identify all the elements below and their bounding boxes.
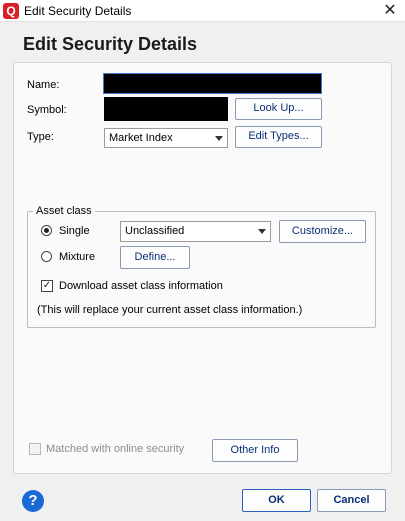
type-label: Type: — [27, 131, 54, 143]
other-info-button-label: Other Info — [230, 444, 280, 456]
name-label: Name: — [27, 79, 60, 91]
checkmark-icon: ✓ — [42, 280, 52, 291]
single-radio[interactable] — [41, 225, 52, 236]
download-label: Download asset class information — [59, 280, 223, 292]
matched-checkbox[interactable] — [29, 443, 41, 455]
edit-types-button-label: Edit Types... — [248, 130, 309, 142]
download-checkbox[interactable]: ✓ — [41, 280, 53, 292]
close-icon[interactable]: ✕ — [381, 1, 399, 21]
chevron-down-icon — [258, 229, 266, 234]
window-title: Edit Security Details — [24, 4, 132, 18]
matched-label: Matched with online security — [46, 443, 185, 455]
name-input[interactable] — [103, 73, 322, 94]
chevron-down-icon — [215, 136, 223, 141]
lookup-button-label: Look Up... — [253, 102, 304, 114]
ok-button[interactable]: OK — [242, 489, 311, 512]
help-icon[interactable]: ? — [22, 490, 44, 512]
type-select[interactable]: Market Index — [104, 128, 228, 148]
define-button-label: Define... — [134, 251, 176, 263]
title-bar: Q Edit Security Details ✕ — [0, 0, 405, 22]
single-label: Single — [59, 225, 90, 237]
other-info-button[interactable]: Other Info — [212, 439, 298, 462]
quicken-logo-icon: Q — [3, 3, 19, 19]
define-button[interactable]: Define... — [120, 246, 190, 269]
symbol-label: Symbol: — [27, 104, 67, 116]
cancel-button-label: Cancel — [333, 494, 370, 506]
asset-class-note: (This will replace your current asset cl… — [37, 304, 303, 316]
mixture-label: Mixture — [59, 251, 96, 263]
symbol-input[interactable] — [104, 97, 228, 121]
asset-class-select-value: Unclassified — [125, 225, 185, 237]
customize-button-label: Customize... — [291, 225, 354, 237]
customize-button[interactable]: Customize... — [279, 220, 366, 243]
type-select-value: Market Index — [109, 132, 173, 144]
asset-class-legend: Asset class — [33, 205, 95, 217]
cancel-button[interactable]: Cancel — [317, 489, 386, 512]
edit-types-button[interactable]: Edit Types... — [235, 126, 322, 148]
ok-button-label: OK — [268, 494, 285, 506]
dialog-heading: Edit Security Details — [23, 34, 198, 54]
asset-class-select[interactable]: Unclassified — [120, 221, 271, 242]
lookup-button[interactable]: Look Up... — [235, 98, 322, 120]
mixture-radio[interactable] — [41, 251, 52, 262]
